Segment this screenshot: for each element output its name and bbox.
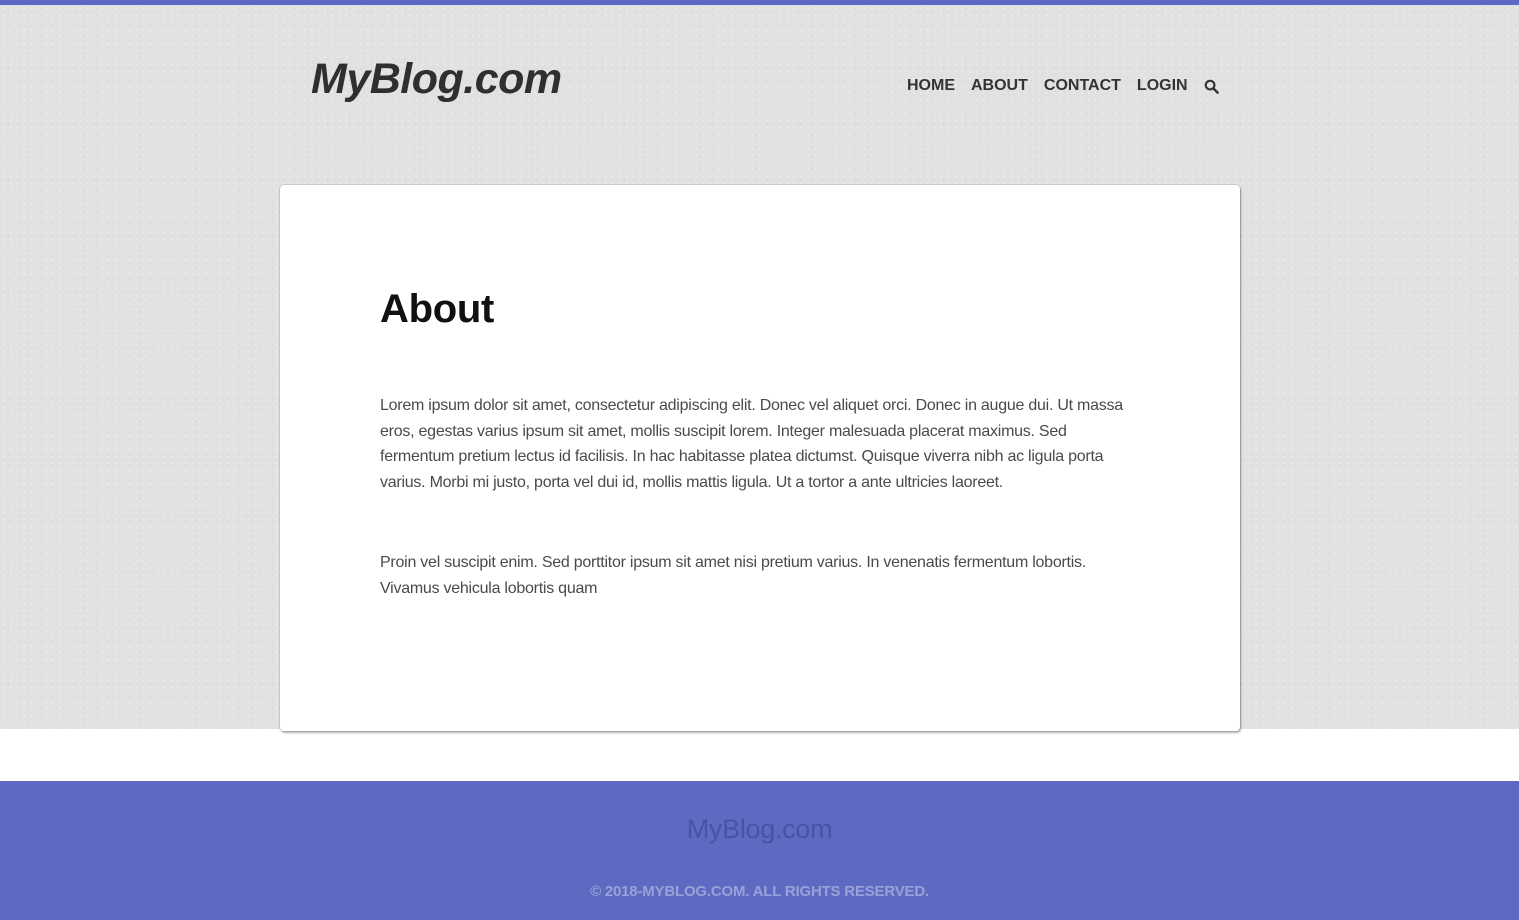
nav-home[interactable]: HOME bbox=[907, 75, 955, 97]
paragraph: Proin vel suscipit enim. Sed porttitor i… bbox=[380, 554, 1086, 597]
paragraph: Lorem ipsum dolor sit amet, consectetur … bbox=[380, 397, 1123, 491]
site-logo[interactable]: MyBlog.com bbox=[311, 53, 562, 105]
nav-about[interactable]: ABOUT bbox=[971, 75, 1028, 97]
content-card: About Lorem ipsum dolor sit amet, consec… bbox=[280, 185, 1240, 731]
search-icon[interactable] bbox=[1203, 77, 1221, 95]
main-nav: HOME ABOUT CONTACT LOGIN bbox=[907, 75, 1221, 97]
nav-login[interactable]: LOGIN bbox=[1137, 75, 1188, 97]
copyright-text: © 2018-MYBLOG.COM. ALL RIGHTS RESERVED. bbox=[590, 883, 929, 900]
site-footer: MyBlog.com © 2018-MYBLOG.COM. ALL RIGHTS… bbox=[0, 781, 1519, 920]
nav-contact[interactable]: CONTACT bbox=[1044, 75, 1121, 97]
footer-logo[interactable]: MyBlog.com bbox=[0, 812, 1519, 846]
page-title: About bbox=[380, 287, 495, 331]
